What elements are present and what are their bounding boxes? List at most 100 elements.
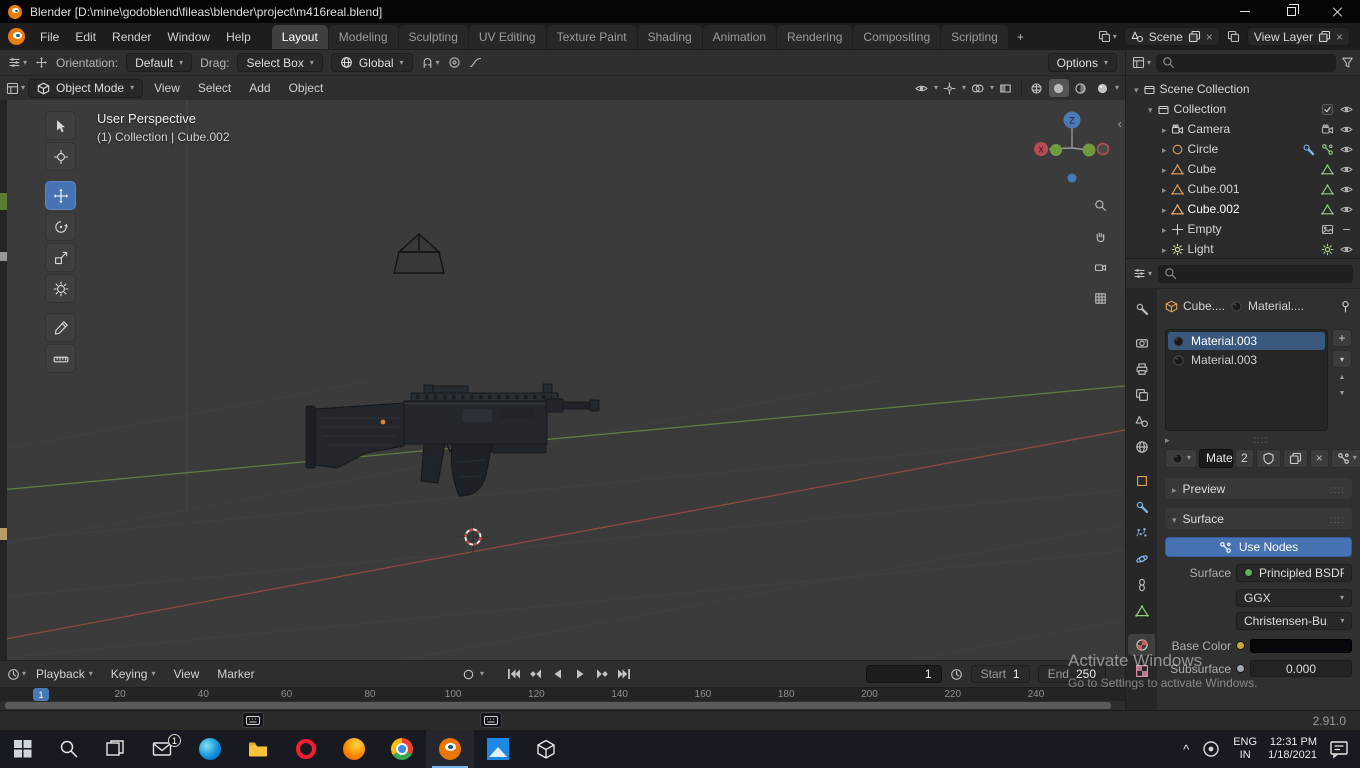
disclosure-closed-icon[interactable]: [1162, 122, 1167, 136]
start-frame-field[interactable]: Start 1: [970, 665, 1030, 683]
disclosure-closed-icon[interactable]: [1165, 432, 1170, 446]
timeline-menu-playback[interactable]: Playback: [28, 664, 101, 684]
transport-jump-end-button[interactable]: [614, 664, 634, 684]
breadcrumb-material[interactable]: Material....: [1248, 299, 1304, 313]
menu-edit[interactable]: Edit: [67, 27, 104, 47]
scene-selector[interactable]: Scene: [1123, 27, 1220, 46]
gizmo-axis-x[interactable]: [1096, 142, 1110, 156]
toggle-gizmos-button[interactable]: [940, 79, 960, 97]
disclosure-closed-icon[interactable]: [1162, 242, 1167, 256]
workspace-tab-uv-editing[interactable]: UV Editing: [468, 24, 546, 49]
toggle-overlays-button[interactable]: [968, 79, 988, 97]
falloff-dropdown[interactable]: [469, 56, 482, 69]
remove-view-layer-icon[interactable]: [1336, 30, 1343, 44]
transport-next-keyframe-button[interactable]: [592, 664, 612, 684]
timeline-editor-type-dropdown[interactable]: [7, 668, 26, 681]
outliner-row-camera[interactable]: Camera: [1126, 119, 1360, 139]
disclosure-open-icon[interactable]: [1134, 82, 1139, 96]
eye-icon[interactable]: [1340, 103, 1353, 116]
mode-dropdown[interactable]: Object Mode: [28, 78, 144, 98]
unlink-scene-icon[interactable]: [1206, 30, 1213, 44]
workspace-tab-modeling[interactable]: Modeling: [328, 24, 398, 49]
outliner-row-empty[interactable]: Empty: [1126, 219, 1360, 239]
gizmo-axis-z-neg[interactable]: [1067, 173, 1077, 183]
active-tool-popover[interactable]: [8, 56, 27, 69]
outliner-editor-type-dropdown[interactable]: [1132, 56, 1151, 69]
properties-tab-view-layer[interactable]: [1128, 384, 1155, 406]
tool-measure-button[interactable]: [45, 344, 76, 373]
close-button[interactable]: [1314, 0, 1360, 23]
image-data-icon[interactable]: [1321, 223, 1334, 236]
filter-icon[interactable]: [1341, 56, 1354, 69]
properties-tab-physics[interactable]: [1128, 548, 1155, 570]
checkbox-icon[interactable]: [1321, 103, 1334, 116]
outliner-row-cube-001[interactable]: Cube.001: [1126, 179, 1360, 199]
start-button[interactable]: [0, 730, 46, 768]
disclosure-closed-icon[interactable]: [1162, 222, 1167, 236]
pan-hand-icon[interactable]: [1089, 225, 1111, 247]
move-slot-down-button[interactable]: [1332, 387, 1352, 400]
workspace-tab-shading[interactable]: Shading: [637, 24, 702, 49]
properties-tab-particles[interactable]: [1128, 522, 1155, 544]
chevron-down-icon[interactable]: [990, 84, 994, 92]
properties-tab-modifiers[interactable]: [1128, 496, 1155, 518]
workspace-tab-sculpting[interactable]: Sculpting: [398, 24, 468, 49]
properties-editor-type-dropdown[interactable]: [1133, 267, 1152, 280]
disclosure-closed-icon[interactable]: [1162, 182, 1167, 196]
nodetree-icon[interactable]: [1321, 143, 1334, 156]
distribution-dropdown[interactable]: GGX: [1236, 588, 1352, 607]
blender-menu-icon[interactable]: [8, 28, 25, 45]
scrollbar-thumb[interactable]: [5, 702, 1111, 709]
minimize-button[interactable]: [1222, 0, 1268, 23]
shading-rendered-button[interactable]: [1093, 79, 1113, 97]
chevron-down-icon[interactable]: [934, 84, 938, 92]
preview-panel-header[interactable]: Preview: [1165, 478, 1352, 499]
tool-annotate-button[interactable]: [45, 313, 76, 342]
viewport-menu-view[interactable]: View: [146, 78, 188, 98]
timeline-ruler[interactable]: 20 40 60 80 100 120 140 160 180 200 220 240 1: [0, 687, 1125, 701]
properties-tab-output[interactable]: [1128, 358, 1155, 380]
options-dropdown[interactable]: Options: [1047, 53, 1117, 72]
properties-search-input[interactable]: [1158, 264, 1353, 283]
properties-tab-render[interactable]: [1128, 332, 1155, 354]
tool-cursor-button[interactable]: [45, 142, 76, 171]
camera-object[interactable]: [393, 233, 445, 274]
shading-wireframe-button[interactable]: [1027, 79, 1047, 97]
maximize-button[interactable]: [1268, 0, 1314, 23]
transform-gizmo-icon[interactable]: [35, 56, 48, 69]
transport-prev-keyframe-button[interactable]: [526, 664, 546, 684]
orthographic-grid-icon[interactable]: [1089, 287, 1111, 309]
menu-render[interactable]: Render: [104, 27, 159, 47]
camera-view-icon[interactable]: [1089, 256, 1111, 278]
fake-user-button[interactable]: [1255, 448, 1281, 468]
eye-icon[interactable]: [1340, 243, 1353, 256]
eye-icon[interactable]: [1340, 163, 1353, 176]
taskbar-app-edge[interactable]: [186, 730, 234, 768]
disclosure-open-icon[interactable]: [1148, 102, 1153, 116]
toggle-xray-button[interactable]: [996, 79, 1016, 97]
timeline-scrollbar[interactable]: [0, 701, 1125, 710]
material-name-field[interactable]: Mate: [1199, 448, 1234, 468]
auto-key-record-button[interactable]: [458, 664, 478, 684]
transport-play-button[interactable]: [570, 664, 590, 684]
properties-tab-material[interactable]: [1128, 634, 1155, 656]
language-indicator[interactable]: ENG IN: [1233, 736, 1257, 762]
add-workspace-button[interactable]: +: [1009, 25, 1032, 49]
unlink-material-button[interactable]: [1309, 448, 1329, 468]
outliner-row-cube[interactable]: Cube: [1126, 159, 1360, 179]
move-slot-up-button[interactable]: [1332, 371, 1352, 384]
base-color-swatch[interactable]: [1250, 638, 1352, 653]
properties-tab-scene[interactable]: [1128, 410, 1155, 432]
subsurface-method-dropdown[interactable]: Christensen-Bu...: [1236, 611, 1352, 630]
snap-toggle[interactable]: [421, 56, 440, 69]
outliner-row-cube-002[interactable]: Cube.002: [1126, 199, 1360, 219]
clock[interactable]: 12:31 PM 1/18/2021: [1268, 736, 1317, 762]
chevron-down-icon[interactable]: [480, 670, 484, 678]
taskbar-app-firefox[interactable]: [330, 730, 378, 768]
subsurface-value-field[interactable]: 0.000: [1250, 660, 1352, 677]
transform-space-dropdown[interactable]: Global: [330, 53, 413, 72]
tray-status-icon[interactable]: [1200, 738, 1222, 760]
menu-window[interactable]: Window: [159, 27, 218, 47]
browse-material-button[interactable]: [1165, 448, 1198, 468]
current-frame-field[interactable]: 1: [865, 665, 942, 683]
